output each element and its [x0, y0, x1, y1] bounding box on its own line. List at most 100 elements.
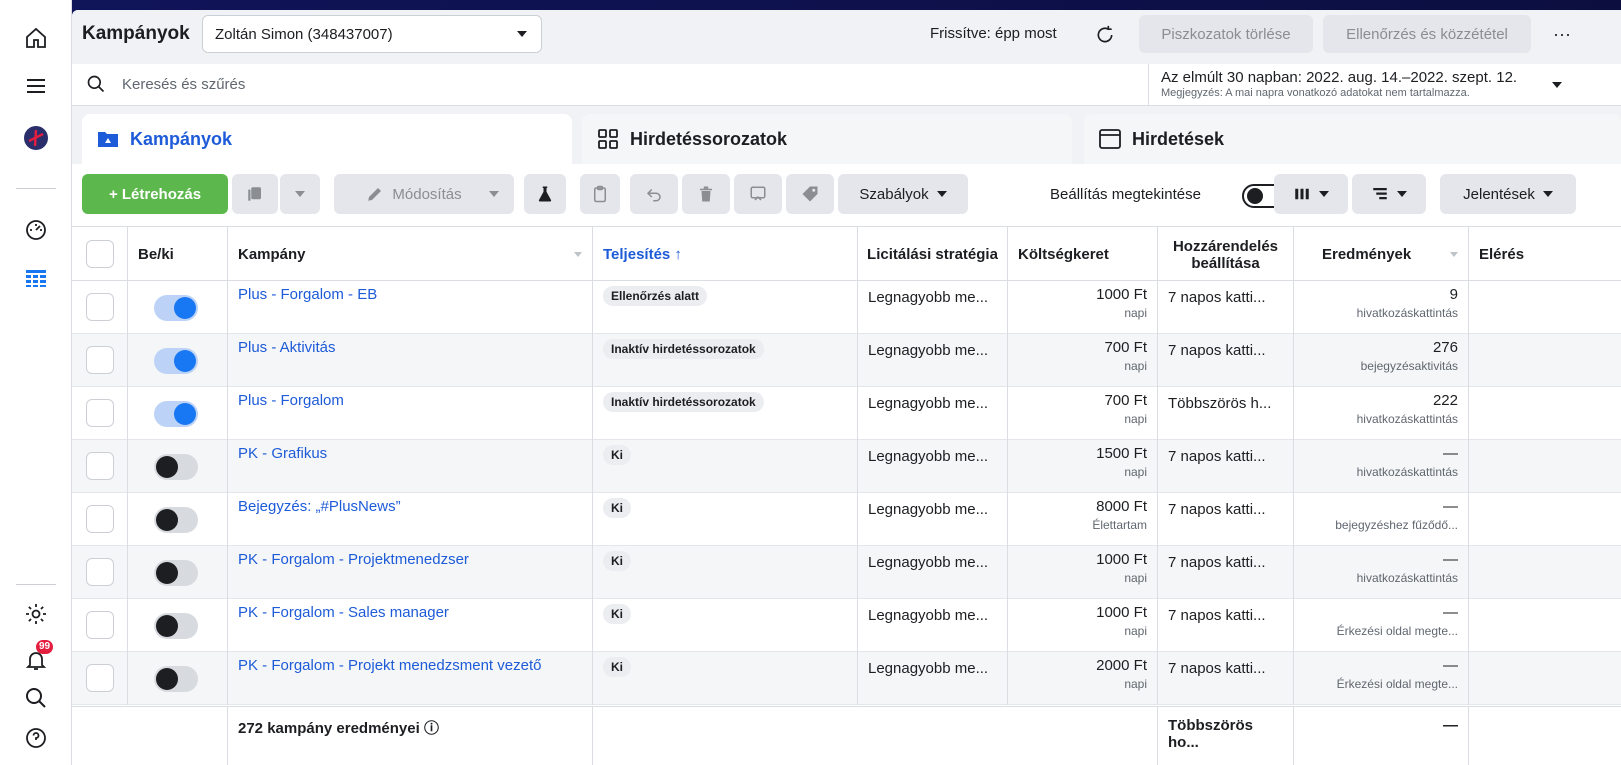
clipboard-button[interactable]: [580, 174, 620, 214]
budget-amount: 1500 Ft: [1096, 445, 1147, 462]
settings-gear-icon[interactable]: [22, 600, 50, 628]
bid-strategy-cell: Legnagyobb me...: [858, 546, 1008, 599]
breakdown-icon: [1373, 188, 1387, 200]
search-input[interactable]: [122, 72, 1022, 96]
result-value: 276: [1432, 339, 1458, 356]
row-checkbox[interactable]: [86, 346, 114, 374]
account-selector[interactable]: Zoltán Simon (348437007): [202, 15, 542, 53]
undo-icon: [646, 188, 661, 202]
campaign-toggle[interactable]: [154, 507, 198, 533]
rules-button[interactable]: Szabályok: [838, 174, 968, 214]
table-row[interactable]: PK - Forgalom - Projekt menedzsment veze…: [72, 652, 1621, 705]
more-options-button[interactable]: ···: [1542, 15, 1582, 53]
attribution-cell: 7 napos katti...: [1158, 599, 1294, 652]
delete-button[interactable]: [682, 174, 730, 214]
campaign-name-link[interactable]: PK - Forgalom - Projekt menedzsment veze…: [238, 657, 541, 674]
search-icon[interactable]: [22, 684, 50, 712]
campaign-toggle[interactable]: [154, 348, 198, 374]
table-row[interactable]: Plus - Aktivitás Inaktív hirdetéssorozato…: [72, 334, 1621, 387]
table-row[interactable]: Bejegyzés: „#PlusNews” Ki Legnagyobb me...…: [72, 493, 1621, 546]
breakdown-button[interactable]: [1352, 174, 1426, 214]
table-header: Be/ki Kampány Teljesítés ↑ Licitálási st…: [72, 226, 1621, 282]
footer-spacer: [72, 707, 228, 765]
row-checkbox[interactable]: [86, 664, 114, 692]
column-delivery[interactable]: Teljesítés ↑: [593, 227, 858, 282]
select-all-checkbox[interactable]: [86, 240, 114, 268]
table-row[interactable]: PK - Grafikus Ki Legnagyobb me... 1500 Ft na…: [72, 440, 1621, 493]
row-select-cell: [72, 493, 128, 546]
help-icon[interactable]: [22, 724, 50, 752]
campaign-name-cell: Plus - Forgalom: [228, 387, 593, 440]
undo-button[interactable]: [630, 174, 678, 214]
tab-adsets[interactable]: Hirdetéssorozatok: [582, 114, 1072, 164]
row-checkbox[interactable]: [86, 558, 114, 586]
campaign-name-link[interactable]: PK - Forgalom - Sales manager: [238, 604, 449, 621]
table-row[interactable]: Plus - Forgalom Inaktív hirdetéssorozatok…: [72, 387, 1621, 440]
trash-icon: [700, 186, 712, 202]
campaign-name-link[interactable]: Plus - Aktivitás: [238, 339, 336, 356]
date-chevron-down-icon[interactable]: [1552, 82, 1562, 88]
budget-type: napi: [1124, 465, 1147, 479]
budget-cell: 1000 Ft napi: [1008, 599, 1158, 652]
campaign-name-link[interactable]: Plus - Forgalom: [238, 392, 344, 409]
column-onoff[interactable]: Be/ki: [128, 227, 228, 282]
row-checkbox[interactable]: [86, 399, 114, 427]
column-budget[interactable]: Költségkeret: [1008, 227, 1158, 282]
tab-ads[interactable]: Hirdetések: [1084, 114, 1621, 164]
row-checkbox[interactable]: [86, 452, 114, 480]
campaign-toggle[interactable]: [154, 560, 198, 586]
refresh-button[interactable]: [1087, 17, 1123, 53]
notification-count-badge: 99: [36, 640, 54, 654]
edit-dropdown-button[interactable]: [474, 174, 514, 214]
date-range-picker[interactable]: Az elmúlt 30 napban: 2022. aug. 14.–2022…: [1148, 64, 1608, 106]
row-checkbox[interactable]: [86, 293, 114, 321]
notifications-bell-icon[interactable]: 99: [22, 640, 54, 674]
campaign-name-cell: PK - Forgalom - Projekt menedzsment veze…: [228, 652, 593, 705]
campaign-name-cell: Plus - Forgalom - EB: [228, 281, 593, 334]
home-icon[interactable]: [22, 24, 50, 52]
table-row[interactable]: PK - Forgalom - Sales manager Ki Legnagyob…: [72, 599, 1621, 652]
row-checkbox[interactable]: [86, 505, 114, 533]
column-campaign[interactable]: Kampány: [228, 227, 593, 282]
compare-button[interactable]: [734, 174, 782, 214]
campaign-toggle[interactable]: [154, 401, 198, 427]
table-row[interactable]: Plus - Forgalom - EB Ellenőrzés alatt Legn…: [72, 281, 1621, 334]
table-row[interactable]: PK - Forgalom - Projektmenedzser Ki Legnag…: [72, 546, 1621, 599]
column-bid-strategy[interactable]: Licitálási stratégia: [858, 227, 1008, 282]
reach-cell: [1469, 546, 1621, 599]
delivery-cell: Ki: [593, 599, 858, 652]
column-reach[interactable]: Elérés: [1469, 227, 1621, 282]
reports-button[interactable]: Jelentések: [1440, 174, 1576, 214]
edit-button[interactable]: Módosítás: [334, 174, 494, 214]
review-publish-button[interactable]: Ellenőrzés és közzététel: [1323, 15, 1531, 53]
duplicate-dropdown-button[interactable]: [280, 174, 320, 214]
campaign-name-link[interactable]: Plus - Forgalom - EB: [238, 286, 377, 303]
create-button[interactable]: + Létrehozás: [82, 174, 228, 214]
discard-drafts-button[interactable]: Piszkozatok törlése: [1139, 15, 1313, 53]
campaign-toggle[interactable]: [154, 666, 198, 692]
menu-icon[interactable]: [22, 72, 50, 100]
column-results[interactable]: Eredmények: [1294, 227, 1469, 282]
campaign-table-icon[interactable]: [22, 264, 50, 292]
campaign-name-link[interactable]: Bejegyzés: „#PlusNews”: [238, 498, 401, 515]
result-value: 9: [1449, 286, 1458, 303]
row-checkbox[interactable]: [86, 611, 114, 639]
chevron-down-icon: [1397, 191, 1407, 197]
campaign-toggle[interactable]: [154, 295, 198, 321]
bid-strategy-cell: Legnagyobb me...: [858, 387, 1008, 440]
columns-button[interactable]: [1274, 174, 1348, 214]
delivery-cell: Ki: [593, 493, 858, 546]
tab-campaigns[interactable]: Kampányok: [82, 114, 572, 164]
attribution-cell: 7 napos katti...: [1158, 493, 1294, 546]
column-attribution[interactable]: Hozzárendelés beállítása: [1158, 227, 1294, 282]
campaign-name-link[interactable]: PK - Forgalom - Projektmenedzser: [238, 551, 469, 568]
budget-type: napi: [1124, 624, 1147, 638]
campaign-name-link[interactable]: PK - Grafikus: [238, 445, 327, 462]
gauge-icon[interactable]: [22, 216, 50, 244]
campaign-toggle[interactable]: [154, 613, 198, 639]
ab-test-button[interactable]: [524, 174, 566, 214]
tag-button[interactable]: [786, 174, 834, 214]
duplicate-button[interactable]: [232, 174, 278, 214]
account-avatar-icon[interactable]: [22, 124, 50, 152]
campaign-toggle[interactable]: [154, 454, 198, 480]
